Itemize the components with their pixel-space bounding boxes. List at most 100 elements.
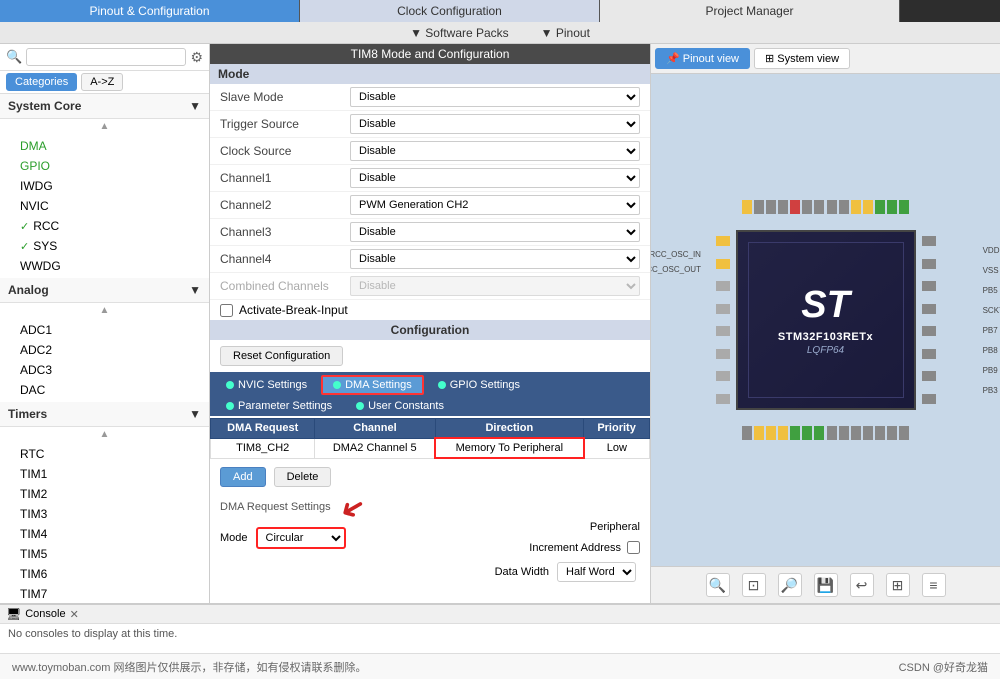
sidebar-item-wwdg[interactable]: WWDG — [0, 256, 209, 276]
pin-row-bottom — [741, 426, 911, 440]
system-core-items: DMA GPIO IWDG NVIC RCC SYS WWDG — [0, 134, 209, 278]
sidebar-tab-bar: Categories A->Z — [0, 71, 209, 94]
sub-tab-user-constants[interactable]: User Constants — [346, 398, 454, 414]
select-channel2[interactable]: PWM Generation CH2 — [350, 195, 640, 215]
select-trigger-source[interactable]: Disable — [350, 114, 640, 134]
software-packs-btn[interactable]: ▼ Software Packs — [394, 22, 525, 43]
tab-nvic-label: NVIC Settings — [238, 379, 307, 391]
select-channel1[interactable]: Disable — [350, 168, 640, 188]
user-constants-dot — [356, 402, 364, 410]
tab-nvic-settings[interactable]: NVIC Settings — [216, 375, 317, 395]
console-close-button[interactable]: ✕ — [70, 608, 79, 621]
sidebar-item-dac[interactable]: DAC — [0, 380, 209, 400]
sidebar-item-tim3[interactable]: TIM3 — [0, 504, 209, 524]
sidebar-item-adc1[interactable]: ADC1 — [0, 320, 209, 340]
undo-button[interactable]: ↩ — [850, 573, 874, 597]
zoom-in-button[interactable]: 🔍 — [706, 573, 730, 597]
tab-pinout-view[interactable]: 📌 Pinout view — [655, 48, 750, 69]
group-system-core-header[interactable]: System Core ▼ — [0, 94, 209, 119]
pin-pc13 — [754, 200, 764, 214]
pin-b-pb1 — [839, 426, 849, 440]
form-row-channel3: Channel3 Disable — [210, 219, 650, 246]
sidebar-item-tim1[interactable]: TIM1 — [0, 464, 209, 484]
fit-view-button[interactable]: ⊡ — [742, 573, 766, 597]
sidebar-item-tim5[interactable]: TIM5 — [0, 544, 209, 564]
pin-b-pb0 — [827, 426, 837, 440]
center-panel: TIM8 Mode and Configuration Mode Slave M… — [210, 44, 650, 603]
mode-select[interactable]: Circular Normal — [256, 527, 346, 549]
center-panel-title: TIM8 Mode and Configuration — [210, 44, 650, 64]
sub-tab-user-label: User Constants — [368, 400, 444, 412]
sidebar-item-sys[interactable]: SYS — [0, 236, 209, 256]
top-navigation: Pinout & Configuration Clock Configurati… — [0, 0, 1000, 22]
sidebar-item-adc3[interactable]: ADC3 — [0, 360, 209, 380]
col-dma-request: DMA Request — [211, 419, 315, 439]
tab-gpio-label: GPIO Settings — [450, 379, 520, 391]
table-row[interactable]: TIM8_CH2 DMA2 Channel 5 Memory To Periph… — [211, 438, 650, 458]
group-analog-label: Analog — [8, 283, 49, 297]
increment-checkbox[interactable] — [627, 541, 640, 554]
zoom-out-button[interactable]: 🔎 — [778, 573, 802, 597]
reset-config-button[interactable]: Reset Configuration — [220, 346, 343, 366]
console-body: No consoles to display at this time. — [0, 624, 1000, 653]
search-area: 🔍 ⚙ — [0, 44, 209, 71]
select-channel3[interactable]: Disable — [350, 222, 640, 242]
gear-icon[interactable]: ⚙ — [190, 49, 203, 66]
nav-clock-config[interactable]: Clock Configuration — [300, 0, 600, 22]
tab-categories[interactable]: Categories — [6, 73, 77, 91]
pin-r-7 — [922, 371, 936, 381]
label-combined-channels: Combined Channels — [220, 279, 350, 293]
select-channel4[interactable]: Disable — [350, 249, 640, 269]
sidebar-item-tim2[interactable]: TIM2 — [0, 484, 209, 504]
sidebar-item-tim6[interactable]: TIM6 — [0, 564, 209, 584]
tab-gpio-settings[interactable]: GPIO Settings — [428, 375, 530, 395]
pin-row-top — [741, 200, 911, 214]
sidebar-item-nvic[interactable]: NVIC — [0, 196, 209, 216]
checkbox-break-input[interactable] — [220, 304, 233, 317]
select-combined-channels[interactable]: Disable — [350, 276, 640, 296]
sidebar-item-gpio[interactable]: GPIO — [0, 156, 209, 176]
delete-button[interactable]: Delete — [274, 467, 332, 487]
param-dot — [226, 402, 234, 410]
action-buttons: Add Delete — [210, 459, 650, 495]
sidebar-item-rcc[interactable]: RCC — [0, 216, 209, 236]
checkbox-row-break: Activate-Break-Input — [210, 300, 650, 320]
right-pin-label-pb9: PB9 — [983, 366, 1000, 375]
zoom-controls: 🔍 ⊡ 🔎 💾 ↩ ⊞ ≡ — [651, 566, 1000, 603]
sidebar-item-tim4[interactable]: TIM4 — [0, 524, 209, 544]
sidebar-item-iwdg[interactable]: IWDG — [0, 176, 209, 196]
right-pin-label-pb6: SCK7 — [983, 306, 1000, 315]
sidebar-item-dma[interactable]: DMA — [0, 136, 209, 156]
search-input[interactable] — [26, 48, 186, 66]
sub-tab-parameter[interactable]: Parameter Settings — [216, 398, 342, 414]
sidebar-item-adc2[interactable]: ADC2 — [0, 340, 209, 360]
tab-system-view[interactable]: ⊞ System view — [754, 48, 850, 69]
group-analog-header[interactable]: Analog ▼ — [0, 278, 209, 303]
pin-b-pb11 — [875, 426, 885, 440]
menu-button[interactable]: ≡ — [922, 573, 946, 597]
pin-r-4 — [922, 304, 936, 314]
pinout-btn[interactable]: ▼ Pinout — [525, 22, 606, 43]
right-pin-label-vss: VSS — [983, 266, 1000, 275]
tab-dma-settings[interactable]: DMA Settings — [321, 375, 424, 395]
grid-button[interactable]: ⊞ — [886, 573, 910, 597]
console-icon: 🖥 — [6, 607, 21, 621]
right-pin-label-pb5: PB5 — [983, 286, 1000, 295]
select-clock-source[interactable]: Disable — [350, 141, 640, 161]
select-slave-mode[interactable]: Disable — [350, 87, 640, 107]
sidebar-item-tim7[interactable]: TIM7 — [0, 584, 209, 603]
analog-items: ADC1 ADC2 ADC3 DAC — [0, 318, 209, 402]
timers-items: RTC TIM1 TIM2 TIM3 TIM4 TIM5 TIM6 TIM7 T… — [0, 442, 209, 603]
right-tab-bar: 📌 Pinout view ⊞ System view — [651, 44, 1000, 74]
pin-col-right — [922, 230, 936, 410]
nav-project-manager[interactable]: Project Manager — [600, 0, 900, 22]
pin-b-pb10 — [863, 426, 873, 440]
sidebar-item-rtc[interactable]: RTC — [0, 444, 209, 464]
add-button[interactable]: Add — [220, 467, 266, 487]
data-width-select[interactable]: Half Word Byte Word — [557, 562, 636, 582]
up-arrow: ▲ — [0, 119, 209, 134]
save-button[interactable]: 💾 — [814, 573, 838, 597]
tab-atoz[interactable]: A->Z — [81, 73, 123, 91]
nav-pinout-config[interactable]: Pinout & Configuration — [0, 0, 300, 22]
group-timers-header[interactable]: Timers ▼ — [0, 402, 209, 427]
